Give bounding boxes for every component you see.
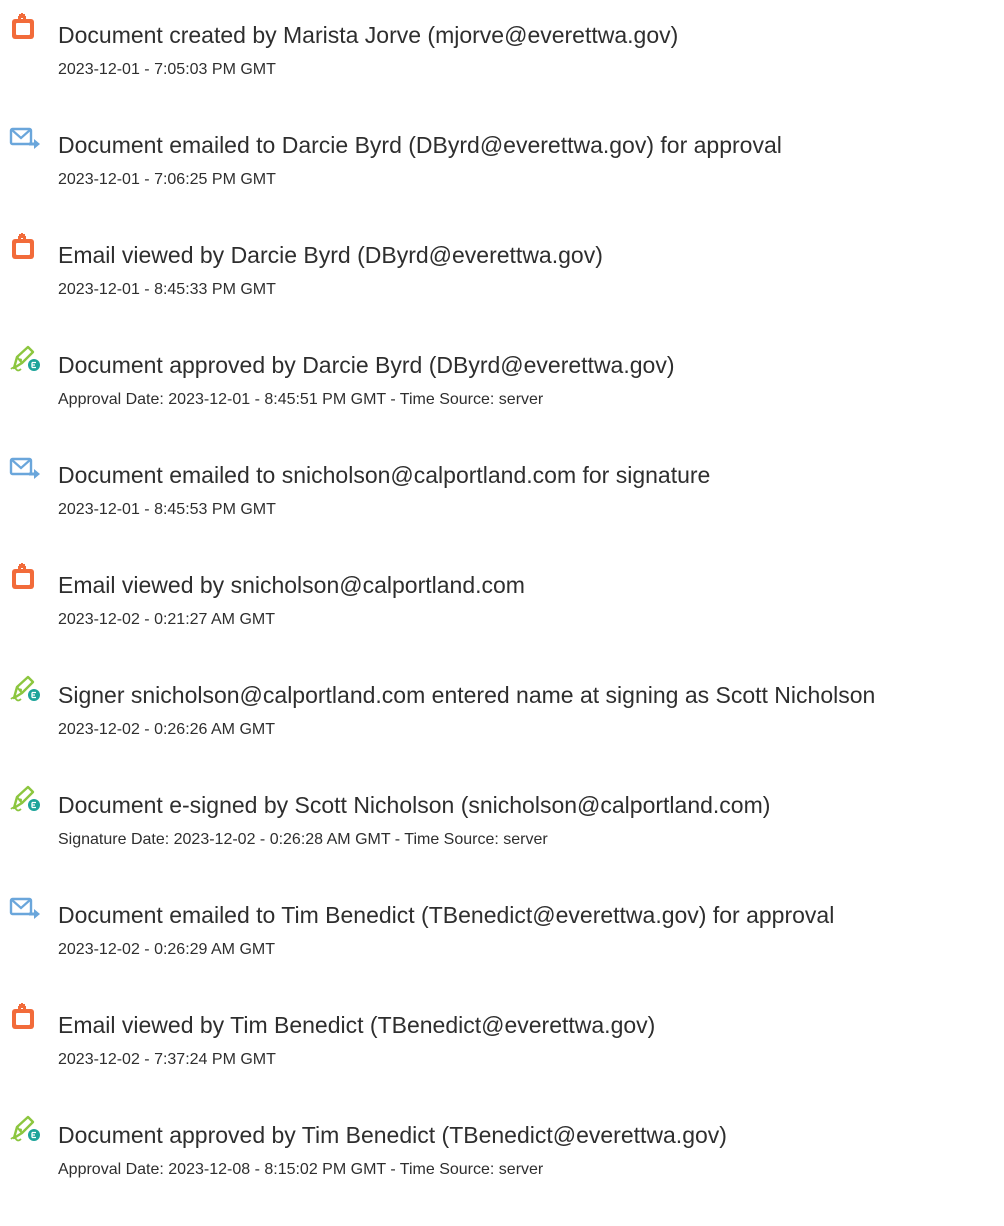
event-date: 2023-12-01 - 7:05:03 PM GMT xyxy=(58,61,276,78)
email-sent-icon xyxy=(8,892,44,926)
event-title: Email viewed by Darcie Byrd (DByrd@evere… xyxy=(58,242,603,268)
event-date: 2023-12-02 - 0:26:29 AM GMT xyxy=(58,941,275,958)
event-title: Document approved by Darcie Byrd (DByrd@… xyxy=(58,352,675,378)
document-created-icon xyxy=(8,12,44,46)
event-date: 2023-12-02 - 7:37:24 PM GMT xyxy=(58,1051,276,1068)
document-viewed-icon xyxy=(8,232,44,266)
document-viewed-icon xyxy=(8,562,44,596)
audit-event: Document emailed to Darcie Byrd (DByrd@e… xyxy=(0,122,1004,202)
pen-signed-icon xyxy=(8,342,44,376)
event-title: Document e-signed by Scott Nicholson (sn… xyxy=(58,792,771,818)
document-viewed-icon xyxy=(8,1002,44,1036)
event-date: Approval Date: 2023-12-08 - 8:15:02 PM G… xyxy=(58,1161,544,1178)
event-date: 2023-12-01 - 7:06:25 PM GMT xyxy=(58,171,276,188)
event-title: Signer snicholson@calportland.com entere… xyxy=(58,682,876,708)
event-date: 2023-12-01 - 8:45:53 PM GMT xyxy=(58,501,276,518)
audit-event: Document approved by Tim Benedict (TBene… xyxy=(0,1112,1004,1192)
email-sent-icon xyxy=(8,452,44,486)
pen-signed-icon xyxy=(8,782,44,816)
event-date: 2023-12-02 - 0:26:26 AM GMT xyxy=(58,721,275,738)
audit-event: Document e-signed by Scott Nicholson (sn… xyxy=(0,782,1004,862)
event-date: Signature Date: 2023-12-02 - 0:26:28 AM … xyxy=(58,831,548,848)
event-title: Email viewed by snicholson@calportland.c… xyxy=(58,572,525,598)
audit-event: Signer snicholson@calportland.com entere… xyxy=(0,672,1004,752)
audit-event: Document approved by Darcie Byrd (DByrd@… xyxy=(0,342,1004,422)
event-title: Document created by Marista Jorve (mjorv… xyxy=(58,22,679,48)
event-title: Document emailed to snicholson@calportla… xyxy=(58,462,711,488)
audit-event: Email viewed by Darcie Byrd (DByrd@evere… xyxy=(0,232,1004,312)
event-date: 2023-12-02 - 0:21:27 AM GMT xyxy=(58,611,275,628)
pen-signed-icon xyxy=(8,672,44,706)
event-title: Document emailed to Darcie Byrd (DByrd@e… xyxy=(58,132,782,158)
audit-event: Document created by Marista Jorve (mjorv… xyxy=(0,12,1004,92)
event-title: Document emailed to Tim Benedict (TBened… xyxy=(58,902,835,928)
audit-event: Document emailed to snicholson@calportla… xyxy=(0,452,1004,532)
audit-event: Document emailed to Tim Benedict (TBened… xyxy=(0,892,1004,972)
event-date: Approval Date: 2023-12-01 - 8:45:51 PM G… xyxy=(58,391,544,408)
audit-event: Email viewed by Tim Benedict (TBenedict@… xyxy=(0,1002,1004,1082)
pen-signed-icon xyxy=(8,1112,44,1146)
audit-event: Email viewed by snicholson@calportland.c… xyxy=(0,562,1004,642)
event-title: Document approved by Tim Benedict (TBene… xyxy=(58,1122,727,1148)
email-sent-icon xyxy=(8,122,44,156)
event-date: 2023-12-01 - 8:45:33 PM GMT xyxy=(58,281,276,298)
event-title: Email viewed by Tim Benedict (TBenedict@… xyxy=(58,1012,656,1038)
